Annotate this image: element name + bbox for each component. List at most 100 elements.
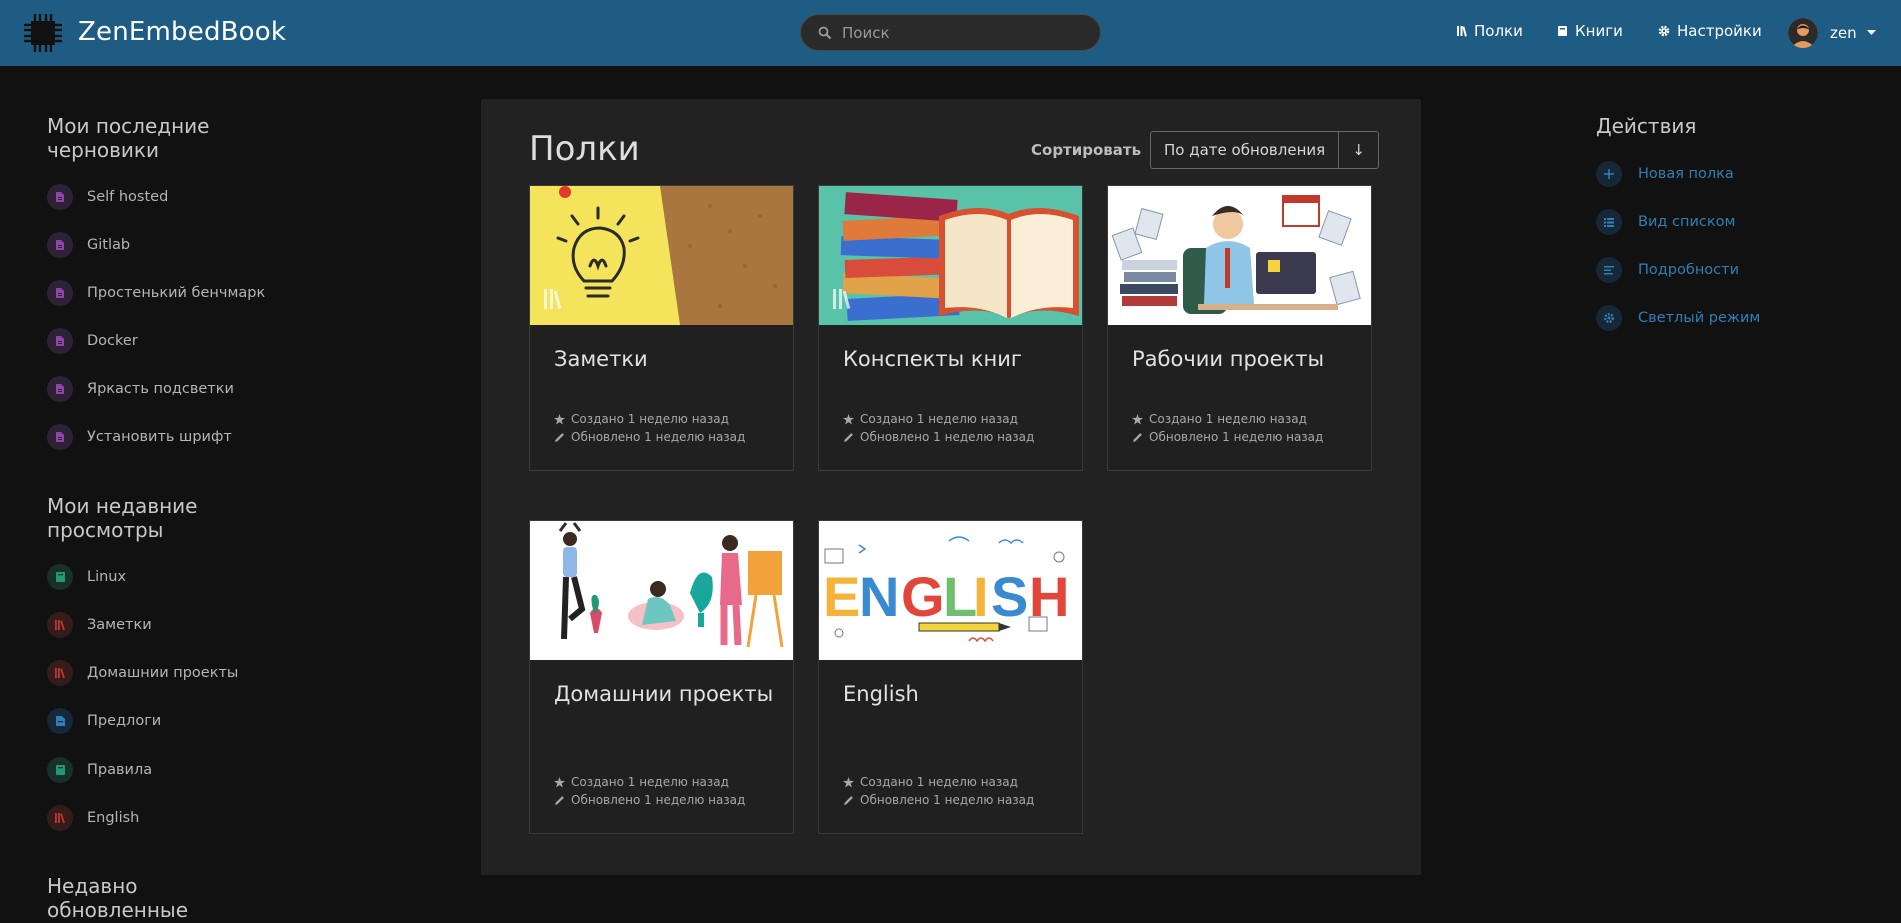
views-section-title: Мои недавние просмотры [47,494,198,542]
draft-item-label: Self hosted [87,189,169,205]
list-view-action[interactable]: Вид списком [1596,209,1735,235]
nav-books-link[interactable]: Книги [1557,22,1623,40]
chevron-down-icon [1866,30,1876,35]
page-icon [47,424,73,450]
search-box [800,14,1101,51]
svg-text:H: H [1029,565,1069,628]
recent-view-item[interactable]: Linux [47,564,126,590]
light-mode-action[interactable]: Светлый режим [1596,305,1760,331]
recent-view-item[interactable]: Домашнии проекты [47,660,238,686]
user-name: zen [1830,24,1857,42]
chip-logo-icon[interactable] [22,12,64,54]
svg-text:N: N [859,565,899,628]
draft-item[interactable]: Gitlab [47,232,130,258]
shelf-cover-image [1108,186,1371,325]
app-title[interactable]: ZenEmbedBook [78,17,286,47]
plus-icon [1596,161,1622,187]
details-action[interactable]: Подробности [1596,257,1739,283]
user-menu[interactable]: zen [1788,18,1876,48]
book-icon [47,564,73,590]
shelf-title[interactable]: English [843,681,1063,708]
top-header: ZenEmbedBook Полки Книги Настройки [0,0,1901,66]
draft-item-label: Установить шрифт [87,429,232,445]
shelf-title[interactable]: Заметки [554,346,774,373]
created-text: Создано 1 неделю назад [571,412,729,426]
pencil-icon [555,432,564,442]
created-text: Создано 1 неделю назад [860,775,1018,789]
shelves-panel: Полки Сортировать По дате обновления ↓ З… [481,99,1421,875]
shelves-icon [1457,26,1467,37]
nav-shelves-link[interactable]: Полки [1456,22,1523,40]
avatar [1788,18,1818,48]
recent-view-label: English [87,810,140,826]
star-icon [1132,413,1143,425]
draft-item[interactable]: Установить шрифт [47,424,232,450]
sun-icon [1596,305,1622,331]
list-view-label: Вид списком [1638,214,1736,230]
page-icon [47,232,73,258]
updated-text: Обновлено 1 неделю назад [571,430,746,444]
shelf-title[interactable]: Рабочии проекты [1132,346,1352,373]
recent-view-item[interactable]: Заметки [47,612,152,638]
shelf-cover-image: E N G L I S H [819,521,1082,660]
actions-section-title: Действия [1596,114,1697,138]
new-shelf-label: Новая полка [1638,166,1734,182]
star-icon [843,776,854,788]
svg-text:I: I [973,565,989,628]
shelves-icon [47,805,73,831]
shelf-meta: Создано 1 неделю назад Обновлено 1 недел… [554,412,745,444]
draft-item-label: Яркасть подсветки [87,381,234,397]
recent-view-label: Домашнии проекты [87,665,239,681]
page-icon [47,376,73,402]
gear-icon [1658,25,1670,37]
shelf-card[interactable]: Конспекты книг Создано 1 неделю назад Об… [818,185,1083,471]
draft-item[interactable]: Self hosted [47,184,168,210]
shelves-icon [47,660,73,686]
page-icon [47,280,73,306]
details-icon [1596,257,1622,283]
updated-section-title: Недавно обновленные страницы [47,874,189,923]
list-icon [1596,209,1622,235]
shelf-card[interactable]: Домашнии проекты Создано 1 неделю назад … [529,520,794,834]
shelf-cover-image [530,521,793,660]
shelf-meta: Создано 1 неделю назад Обновлено 1 недел… [1132,412,1323,444]
updated-text: Обновлено 1 неделю назад [860,430,1035,444]
page-icon [47,184,73,210]
star-icon [554,776,565,788]
recent-view-label: Заметки [87,617,152,633]
shelf-card[interactable]: Заметки Создано 1 неделю назад Обновлено… [529,185,794,471]
recent-view-label: Предлоги [87,713,162,729]
sort-direction-button[interactable]: ↓ [1338,132,1378,168]
svg-text:G: G [901,565,945,628]
shelf-title[interactable]: Конспекты книг [843,346,1063,373]
recent-view-item[interactable]: Предлоги [47,708,161,734]
search-icon [818,26,832,39]
shelf-meta: Создано 1 неделю назад Обновлено 1 недел… [843,412,1034,444]
recent-view-item[interactable]: Правила [47,757,152,783]
search-input[interactable] [842,23,1082,42]
shelf-title[interactable]: Домашнии проекты [554,681,774,708]
draft-item[interactable]: Простенький бенчмарк [47,280,265,306]
svg-text:S: S [991,565,1028,628]
draft-item[interactable]: Docker [47,328,138,354]
page-icon [47,328,73,354]
shelf-meta: Создано 1 неделю назад Обновлено 1 недел… [843,775,1034,807]
recent-view-label: Linux [87,569,127,585]
created-text: Создано 1 неделю назад [571,775,729,789]
shelves-icon [47,612,73,638]
nav-settings-link[interactable]: Настройки [1658,22,1762,40]
draft-item[interactable]: Яркасть подсветки [47,376,234,402]
draft-item-label: Docker [87,333,138,349]
svg-text:E: E [823,565,860,628]
drafts-section-title: Мои последние черновики [47,114,210,162]
nav-books-label: Книги [1575,22,1623,40]
sort-select-button[interactable]: По дате обновления [1151,132,1338,168]
recent-view-item[interactable]: English [47,805,139,831]
new-shelf-action[interactable]: Новая полка [1596,161,1734,187]
book-icon [1558,26,1567,36]
shelf-card[interactable]: Рабочии проекты Создано 1 неделю назад О… [1107,185,1372,471]
draft-item-label: Простенький бенчмарк [87,285,266,301]
recent-view-label: Правила [87,762,153,778]
pencil-icon [1133,432,1142,442]
shelf-card[interactable]: E N G L I S H English Создано 1 неделю н… [818,520,1083,834]
